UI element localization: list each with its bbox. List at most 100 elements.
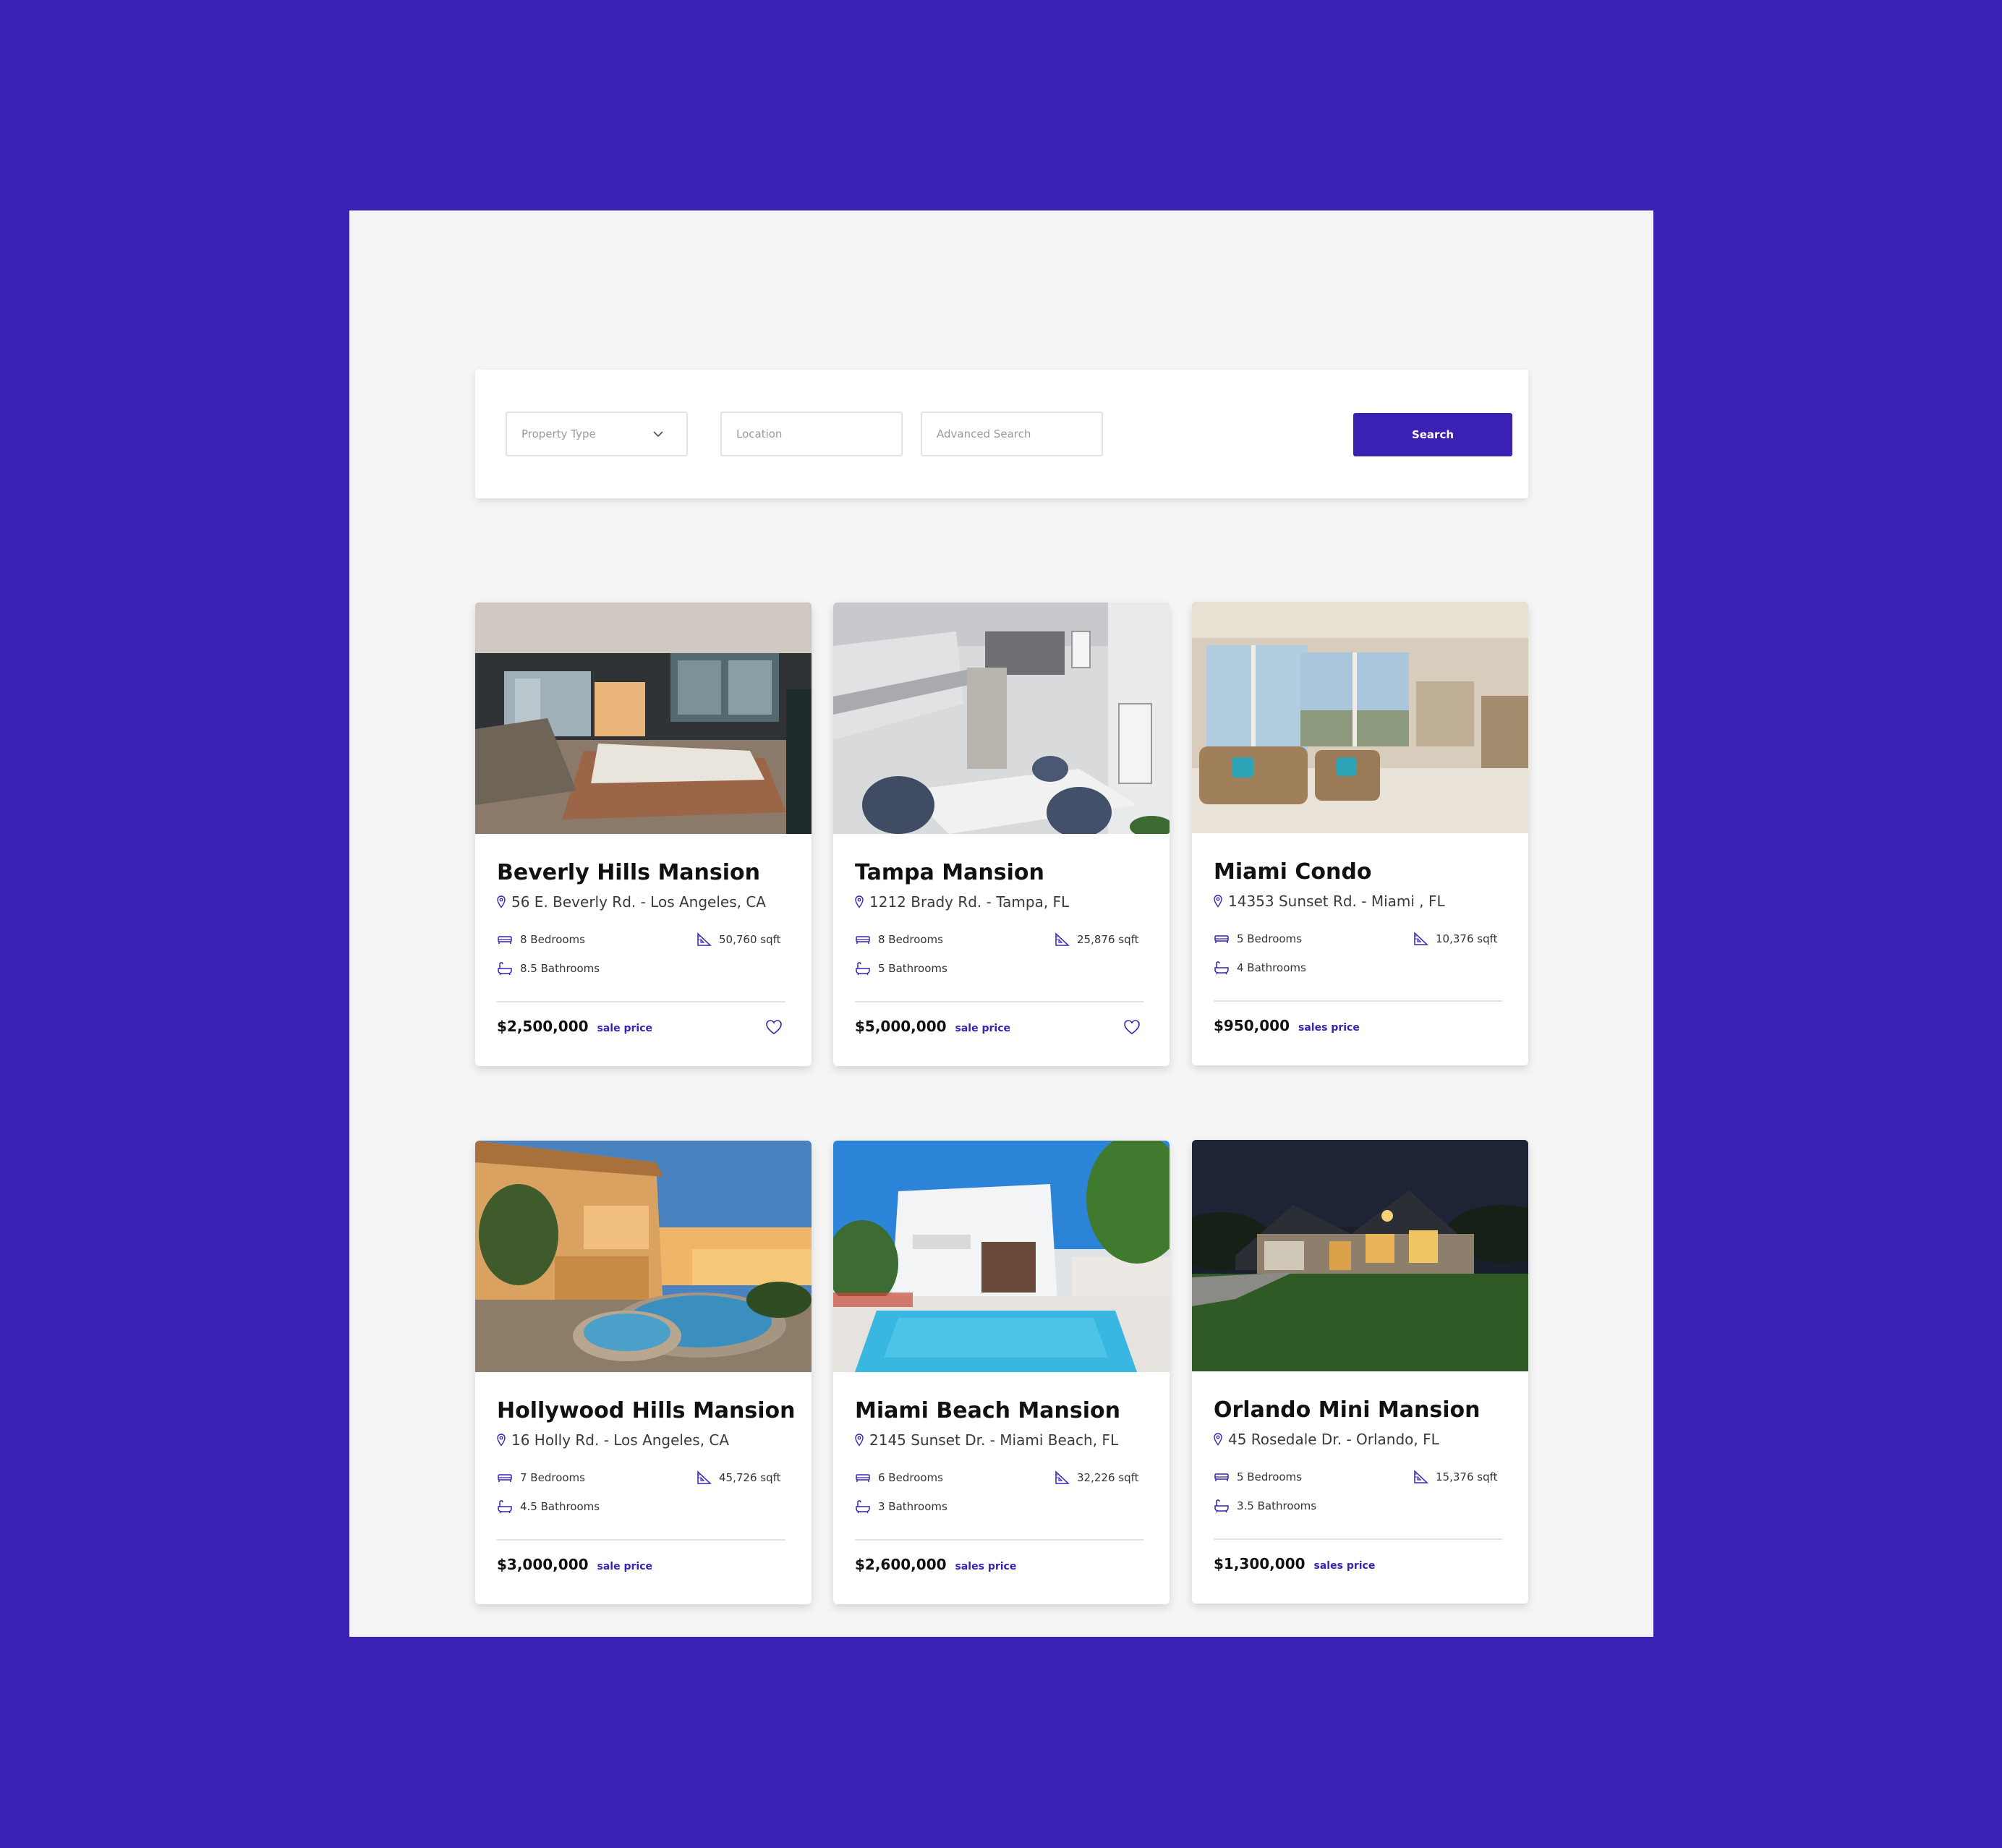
ruler-icon [696, 932, 712, 947]
location-input[interactable] [736, 427, 901, 440]
listing-card[interactable]: Hollywood Hills Mansion 16 Holly Rd. - L… [475, 1141, 812, 1604]
bathrooms-count: 8.5 Bathrooms [520, 962, 600, 975]
listings-page: Property Type Search [349, 210, 1653, 1637]
bedrooms-feature: 5 Bedrooms [1214, 1470, 1302, 1484]
listing-address: 45 Rosedale Dr. - Orlando, FL [1228, 1431, 1439, 1448]
listing-card[interactable]: Orlando Mini Mansion 45 Rosedale Dr. - O… [1192, 1140, 1528, 1604]
property-type-select[interactable]: Property Type [506, 412, 688, 456]
chevron-down-icon [653, 431, 663, 438]
bed-icon [855, 932, 871, 947]
bed-icon [855, 1470, 871, 1485]
price-row: $2,600,000 sales price [855, 1556, 1016, 1573]
listing-address-row: 2145 Sunset Dr. - Miami Beach, FL [855, 1431, 1118, 1449]
location-pin-icon [497, 1434, 506, 1447]
divider [1214, 1000, 1502, 1002]
listing-address: 56 E. Beverly Rd. - Los Angeles, CA [511, 893, 766, 911]
bed-icon [1214, 932, 1230, 946]
area-sqft: 15,376 sqft [1436, 1470, 1498, 1483]
bed-icon [497, 932, 513, 947]
listing-photo [1192, 602, 1528, 833]
listing-card[interactable]: Tampa Mansion 1212 Brady Rd. - Tampa, FL… [833, 602, 1170, 1066]
bathtub-icon [855, 1499, 871, 1514]
listing-card[interactable]: Miami Condo 14353 Sunset Rd. - Miami , F… [1192, 602, 1528, 1065]
bathrooms-count: 4.5 Bathrooms [520, 1500, 600, 1513]
listing-title[interactable]: Orlando Mini Mansion [1214, 1397, 1481, 1423]
ruler-icon [1054, 932, 1070, 947]
bedrooms-feature: 6 Bedrooms [855, 1470, 943, 1485]
ruler-icon [696, 1470, 712, 1485]
listing-address-row: 45 Rosedale Dr. - Orlando, FL [1214, 1431, 1439, 1448]
price-row: $2,500,000 sale price [497, 1018, 652, 1035]
listing-card[interactable]: Miami Beach Mansion 2145 Sunset Dr. - Mi… [833, 1141, 1170, 1604]
price-label: sales price [1313, 1560, 1376, 1572]
location-field-box [720, 412, 903, 456]
bedrooms-feature: 8 Bedrooms [497, 932, 585, 947]
bathrooms-count: 3.5 Bathrooms [1237, 1499, 1317, 1512]
advanced-search-field-box [921, 412, 1103, 456]
bathrooms-feature: 5 Bathrooms [855, 961, 947, 976]
bathrooms-count: 3 Bathrooms [878, 1500, 947, 1513]
listing-photo [1192, 1140, 1528, 1371]
area-sqft: 25,876 sqft [1077, 933, 1139, 946]
location-pin-icon [1214, 1433, 1222, 1446]
area-feature: 15,376 sqft [1413, 1470, 1498, 1484]
area-feature: 25,876 sqft [1054, 932, 1139, 947]
bedrooms-feature: 8 Bedrooms [855, 932, 943, 947]
heart-icon[interactable] [765, 1019, 783, 1035]
listing-price: $1,300,000 [1214, 1555, 1305, 1572]
area-feature: 10,376 sqft [1413, 932, 1498, 946]
divider [855, 1539, 1143, 1541]
listing-card[interactable]: Beverly Hills Mansion 56 E. Beverly Rd. … [475, 602, 812, 1066]
listing-title[interactable]: Hollywood Hills Mansion [497, 1398, 796, 1423]
bedrooms-feature: 7 Bedrooms [497, 1470, 585, 1485]
listing-title[interactable]: Miami Beach Mansion [855, 1398, 1120, 1423]
bedrooms-count: 6 Bedrooms [878, 1471, 943, 1484]
listing-price: $2,600,000 [855, 1556, 947, 1573]
price-row: $950,000 sales price [1214, 1017, 1360, 1034]
listing-price: $2,500,000 [497, 1018, 589, 1035]
listing-price: $3,000,000 [497, 1556, 589, 1573]
bathtub-icon [497, 961, 513, 976]
location-pin-icon [855, 1434, 864, 1447]
bed-icon [1214, 1470, 1230, 1484]
bedrooms-count: 7 Bedrooms [520, 1471, 585, 1484]
price-label: sales price [955, 1561, 1017, 1572]
divider [1214, 1538, 1502, 1540]
price-label: sale price [597, 1561, 652, 1572]
advanced-search-input[interactable] [937, 427, 1102, 440]
price-row: $1,300,000 sales price [1214, 1555, 1375, 1572]
bedrooms-count: 8 Bedrooms [520, 933, 585, 946]
listing-photo [475, 602, 812, 834]
bedrooms-count: 8 Bedrooms [878, 933, 943, 946]
listing-address: 1212 Brady Rd. - Tampa, FL [869, 893, 1070, 911]
area-sqft: 32,226 sqft [1077, 1471, 1139, 1484]
listing-address-row: 1212 Brady Rd. - Tampa, FL [855, 893, 1069, 911]
location-pin-icon [855, 895, 864, 908]
price-label: sales price [1298, 1022, 1360, 1034]
divider [497, 1539, 785, 1541]
listing-title[interactable]: Miami Condo [1214, 859, 1371, 885]
bathtub-icon [1214, 1499, 1230, 1513]
bathtub-icon [497, 1499, 513, 1514]
price-row: $5,000,000 sale price [855, 1018, 1010, 1035]
bathrooms-feature: 3.5 Bathrooms [1214, 1499, 1316, 1513]
listing-title[interactable]: Tampa Mansion [855, 860, 1044, 885]
listing-address: 16 Holly Rd. - Los Angeles, CA [511, 1431, 730, 1449]
search-button[interactable]: Search [1353, 413, 1512, 456]
bathrooms-feature: 8.5 Bathrooms [497, 961, 600, 976]
bathtub-icon [855, 961, 871, 976]
listing-title[interactable]: Beverly Hills Mansion [497, 860, 760, 885]
location-pin-icon [497, 895, 506, 908]
area-feature: 45,726 sqft [696, 1470, 781, 1485]
listing-address-row: 56 E. Beverly Rd. - Los Angeles, CA [497, 893, 766, 911]
location-pin-icon [1214, 895, 1222, 908]
area-sqft: 10,376 sqft [1436, 932, 1498, 945]
listing-price: $950,000 [1214, 1017, 1290, 1034]
listing-address: 2145 Sunset Dr. - Miami Beach, FL [869, 1431, 1119, 1449]
area-sqft: 45,726 sqft [719, 1471, 781, 1484]
ruler-icon [1413, 1470, 1428, 1484]
listing-photo [833, 602, 1170, 834]
heart-icon[interactable] [1123, 1019, 1141, 1035]
price-label: sale price [955, 1023, 1010, 1034]
area-feature: 32,226 sqft [1054, 1470, 1139, 1485]
